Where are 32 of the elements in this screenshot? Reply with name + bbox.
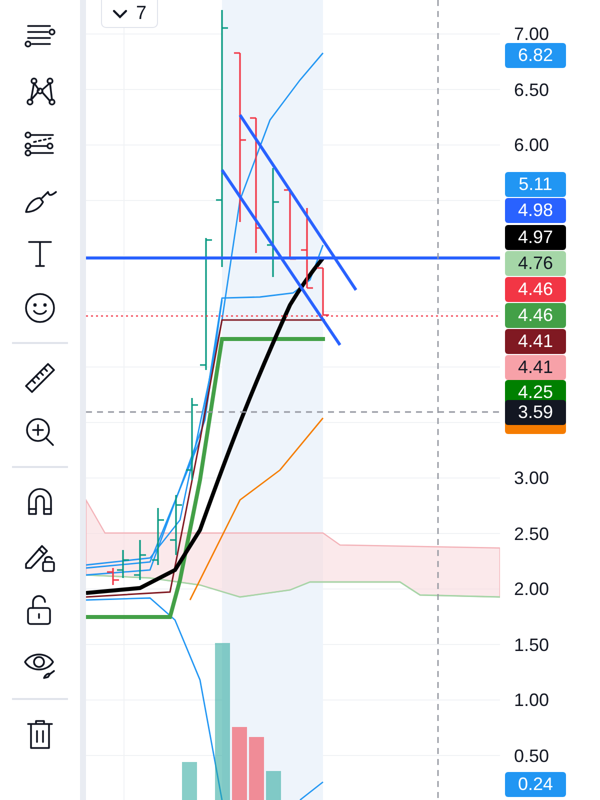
- price-tick-label: 2.50: [514, 524, 550, 544]
- price-tick-label: 0.50: [514, 746, 550, 766]
- price-bar: [151, 507, 165, 566]
- chevron-down-icon: [112, 9, 128, 19]
- price-badge: 0.24: [505, 772, 566, 797]
- volume-bar: [182, 762, 197, 800]
- price-badge: 4.76: [505, 251, 566, 276]
- price-badge: 4.46: [505, 303, 566, 328]
- price-tick-label: 1.00: [514, 690, 550, 710]
- price-tick-label: 1.50: [514, 635, 550, 655]
- price-bar: [169, 494, 183, 556]
- volume-bar: [249, 737, 264, 800]
- smiley-icon[interactable]: [22, 290, 58, 326]
- volume-bar: [266, 771, 281, 800]
- price-bar: [133, 539, 147, 581]
- collapse-button[interactable]: 7: [101, 0, 158, 28]
- price-tick-label: 3.00: [514, 468, 550, 488]
- price-badge: 4.98: [505, 198, 566, 223]
- price-tick-label: 2.00: [514, 579, 550, 599]
- price-bar: [316, 267, 330, 316]
- price-bar: [283, 189, 297, 260]
- price-badge: 3.59: [505, 400, 566, 425]
- price-badge: 4.41: [505, 329, 566, 354]
- price-badge: 4.41: [505, 355, 566, 380]
- price-tick-label: 6.00: [514, 135, 550, 155]
- price-badge: 5.11: [505, 172, 566, 197]
- price-badge: 4.46: [505, 277, 566, 302]
- price-tick-label: 6.50: [514, 80, 550, 100]
- price-badge: 6.82: [505, 43, 566, 68]
- price-tick-label: 7.00: [514, 24, 550, 44]
- ruler-icon[interactable]: [22, 360, 58, 396]
- price-badge: 4.97: [505, 225, 566, 250]
